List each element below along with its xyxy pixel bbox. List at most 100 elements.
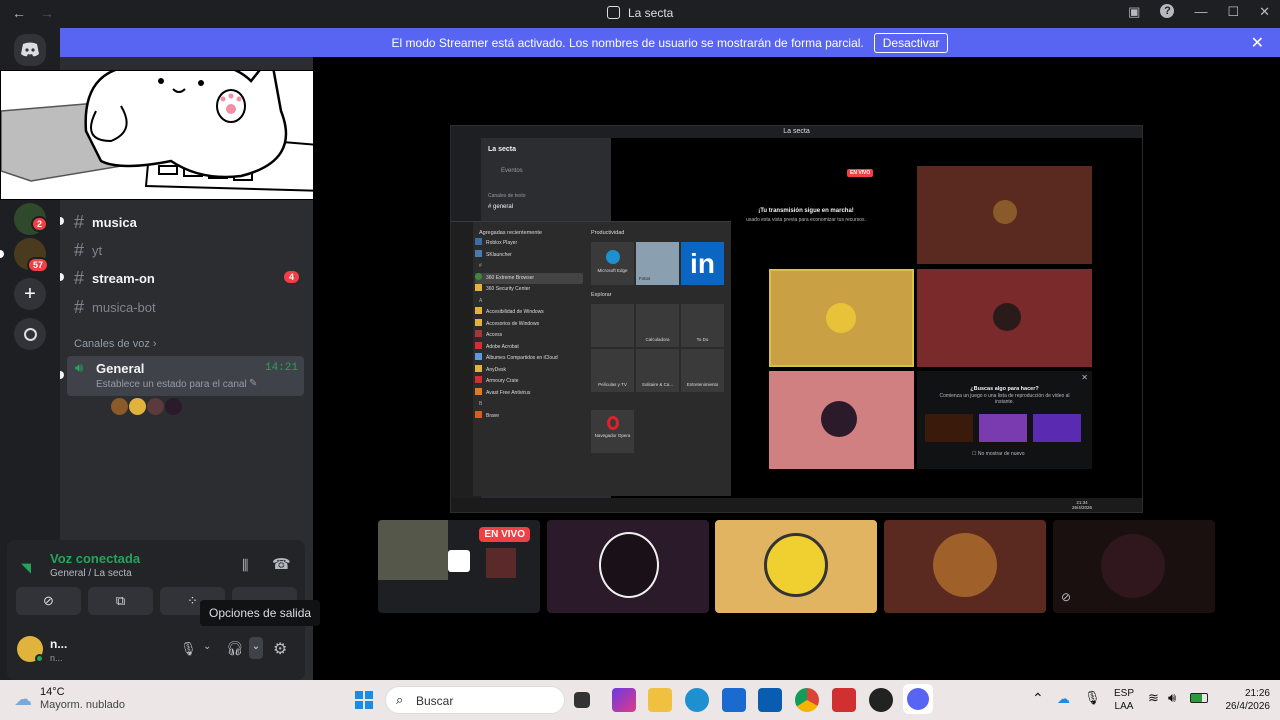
m365-icon[interactable] bbox=[612, 688, 636, 712]
server-badge: 2 bbox=[31, 216, 49, 232]
channel-musica-bot[interactable]: # musica-bot bbox=[74, 297, 156, 318]
channel-stream-on[interactable]: # stream-on 4 bbox=[60, 268, 299, 289]
language-indicator[interactable]: ESP LAA bbox=[1114, 687, 1134, 713]
mention-badge: 4 bbox=[283, 271, 299, 283]
server-badge: 57 bbox=[27, 257, 50, 273]
avatar[interactable] bbox=[129, 398, 146, 415]
edge-icon[interactable] bbox=[685, 688, 709, 712]
pencil-icon[interactable]: ✎ bbox=[249, 378, 257, 389]
unread-dot bbox=[60, 371, 64, 379]
participant-tile[interactable] bbox=[715, 520, 877, 613]
volume-icon[interactable]: 🔊︎ bbox=[1168, 690, 1176, 706]
window-title: La secta bbox=[0, 6, 1280, 20]
file-explorer-icon[interactable] bbox=[648, 688, 672, 712]
streamer-mode-banner: El modo Streamer está activado. Los nomb… bbox=[60, 28, 1280, 57]
channel-musica[interactable]: # musica bbox=[60, 212, 137, 233]
text-channel-icon: # bbox=[74, 268, 85, 288]
discord-home-icon[interactable] bbox=[14, 34, 46, 66]
outlook-icon[interactable] bbox=[758, 688, 782, 712]
chevron-up-icon[interactable]: ⌃ bbox=[1032, 690, 1044, 707]
text-channel-icon: # bbox=[74, 240, 85, 260]
clock[interactable]: 21:26 26/4/2026 bbox=[1215, 687, 1271, 713]
live-badge: EN VIVO bbox=[479, 527, 530, 542]
wifi-icon[interactable]: ≋ bbox=[1148, 690, 1159, 706]
participant-tile[interactable]: ⊘ bbox=[1053, 520, 1215, 613]
output-options-button[interactable]: ⌄ bbox=[249, 637, 263, 659]
voice-timer: 14:21 bbox=[264, 362, 298, 374]
text-channel-icon: # bbox=[74, 212, 85, 232]
camera-off-button[interactable]: ⊘ bbox=[16, 587, 81, 615]
voice-participants bbox=[111, 398, 182, 415]
wps-icon[interactable] bbox=[832, 688, 856, 712]
avatar[interactable] bbox=[165, 398, 182, 415]
tooltip: Opciones de salida bbox=[200, 600, 321, 626]
disconnect-icon[interactable]: ☎ bbox=[272, 555, 291, 573]
participant-tile[interactable] bbox=[547, 520, 709, 613]
signal-icon[interactable]: ◥ bbox=[21, 560, 31, 576]
start-windows-icon[interactable] bbox=[352, 688, 376, 712]
battery-icon[interactable] bbox=[1190, 693, 1208, 703]
stream-suggest-panel: ✕ ¿Buscas algo para hacer? Comienza un j… bbox=[917, 371, 1092, 469]
avatar[interactable] bbox=[111, 398, 128, 415]
text-channel-icon: # bbox=[74, 297, 85, 317]
channel-yt[interactable]: # yt bbox=[74, 240, 102, 261]
muted-mic-icon: ⊘ bbox=[1061, 590, 1072, 604]
voice-location[interactable]: General / La secta bbox=[50, 568, 132, 579]
avatar bbox=[1101, 534, 1165, 598]
minimize-icon[interactable]: — bbox=[1194, 4, 1207, 20]
weather-widget[interactable]: ☁ 14°C Mayorm. nublado bbox=[14, 686, 125, 712]
settings-gear-icon[interactable]: ⚙ bbox=[273, 639, 287, 659]
mic-tray-icon[interactable]: 🎙︎ bbox=[1084, 690, 1101, 706]
avatar bbox=[599, 532, 659, 598]
participant-tile[interactable] bbox=[884, 520, 1046, 613]
channel-status[interactable]: Establece un estado para el canal bbox=[96, 379, 247, 390]
banner-text: El modo Streamer está activado. Los nomb… bbox=[391, 35, 864, 50]
unread-dot bbox=[60, 273, 64, 281]
chevron-right-icon: › bbox=[152, 338, 157, 350]
cloud-icon: ☁ bbox=[14, 688, 32, 709]
share-screen-button[interactable]: ⧉ bbox=[88, 587, 153, 615]
user-name[interactable]: n... bbox=[50, 637, 67, 651]
chevron-down-icon[interactable]: ⌄ bbox=[203, 641, 211, 652]
help-icon[interactable]: ? bbox=[1160, 4, 1175, 18]
app-icon[interactable] bbox=[869, 688, 893, 712]
task-view-icon[interactable] bbox=[574, 692, 590, 708]
close-icon[interactable]: ✕ bbox=[1259, 4, 1270, 20]
avatar[interactable] bbox=[147, 398, 164, 415]
user-sub: n... bbox=[50, 653, 63, 663]
unread-pill bbox=[0, 250, 4, 258]
onedrive-icon[interactable]: ☁ bbox=[1057, 691, 1070, 707]
explore-icon[interactable] bbox=[14, 318, 46, 350]
voice-channel-general[interactable]: 🔊︎ General 14:21 Establece un estado par… bbox=[60, 356, 304, 396]
disable-button[interactable]: Desactivar bbox=[873, 32, 949, 53]
discord-taskbar-icon[interactable] bbox=[903, 684, 933, 714]
online-status-dot bbox=[35, 654, 44, 663]
voice-status[interactable]: Voz conectada bbox=[50, 551, 140, 566]
maximize-icon[interactable]: ☐ bbox=[1227, 4, 1239, 20]
voice-category[interactable]: Canales de voz › bbox=[74, 338, 157, 350]
stream-preview-tile[interactable]: EN VIVO bbox=[378, 520, 540, 613]
unread-dot bbox=[60, 217, 64, 225]
avatar bbox=[764, 533, 828, 597]
stream-start-menu: Agregadas recientemente Roblox Player SK… bbox=[451, 221, 731, 497]
title-bar: ← → La secta ▣ ? — ☐ ✕ bbox=[0, 0, 1280, 28]
search-box[interactable]: ⌕ Buscar bbox=[385, 686, 565, 714]
windows-taskbar: ☁ 14°C Mayorm. nublado ⌕ Buscar ⌃ ☁ 🎙︎ ES… bbox=[0, 680, 1280, 720]
speaker-icon: 🔊︎ bbox=[75, 360, 84, 375]
soundboard-icon[interactable]: ⫼ bbox=[242, 557, 248, 574]
store-icon[interactable] bbox=[722, 688, 746, 712]
chrome-icon[interactable] bbox=[795, 688, 819, 712]
bongo-cat-overlay bbox=[0, 12, 335, 200]
add-server-icon[interactable]: + bbox=[14, 278, 46, 310]
search-icon: ⌕ bbox=[396, 692, 404, 707]
stream-titlebar: La secta bbox=[451, 126, 1142, 138]
call-stage: La secta La secta Eventos Canales de tex… bbox=[313, 57, 1280, 680]
inbox-icon[interactable]: ▣ bbox=[1128, 4, 1140, 20]
weather-temp: 14°C bbox=[40, 686, 65, 698]
close-banner-icon[interactable]: ✕ bbox=[1251, 33, 1264, 53]
screen-share-stream[interactable]: La secta La secta Eventos Canales de tex… bbox=[450, 125, 1143, 513]
search-placeholder: Buscar bbox=[416, 694, 454, 708]
avatar bbox=[933, 533, 997, 597]
mic-icon[interactable]: 🎙︎ bbox=[180, 641, 197, 657]
headphones-icon[interactable]: 🎧︎ bbox=[226, 640, 244, 657]
